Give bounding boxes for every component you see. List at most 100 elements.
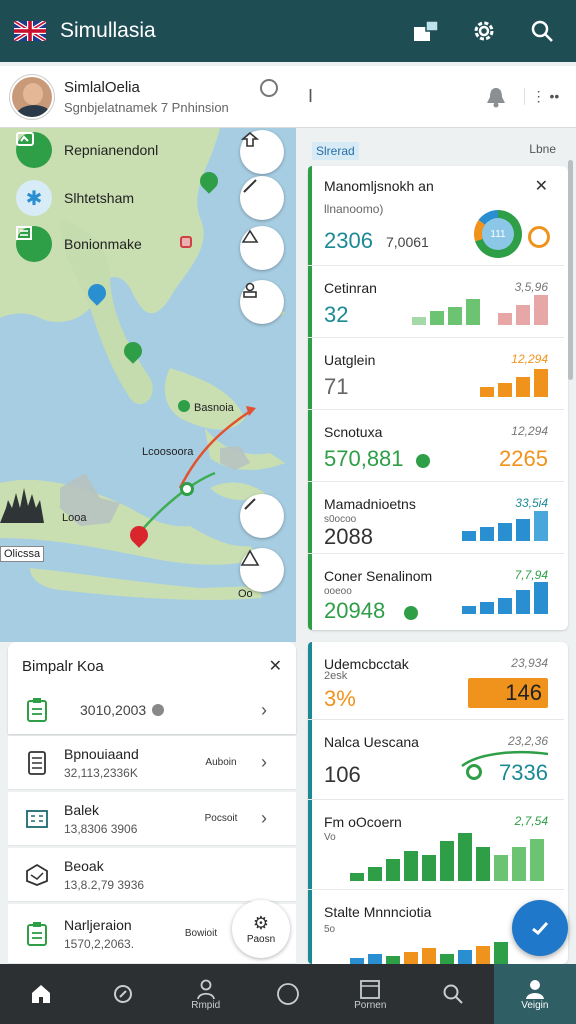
bar: [448, 307, 462, 325]
map-marker-red[interactable]: [180, 236, 192, 248]
scrollbar[interactable]: [568, 160, 573, 380]
bottom-nav: Rmpid Pornen Veigin: [0, 964, 576, 1024]
nav-search[interactable]: [411, 964, 493, 1024]
metric-row[interactable]: Scnotuxa 570,881 12,294 2265: [308, 410, 564, 482]
person-pin-icon: [243, 282, 257, 298]
search-icon[interactable]: [522, 11, 562, 51]
row-text: Narljeraion 1570,2,2063.: [64, 917, 176, 951]
bar: [458, 833, 472, 881]
legend-item-route[interactable]: Repnianendonl: [16, 132, 158, 168]
metric-side-value: 12,294: [511, 424, 548, 438]
nav-profile[interactable]: Veigin: [493, 964, 576, 1024]
clipboard-icon: [22, 695, 52, 725]
floating-action-button[interactable]: ⚙ Paosn: [232, 900, 290, 958]
profile-text: SimlalOelia Sgnbjelatnamek 7 Pnhinsion: [64, 79, 254, 115]
list-item[interactable]: Bpnouiaand 32,113,2336K Auboin ›: [8, 736, 296, 790]
bar: [516, 305, 530, 325]
metric-row[interactable]: Mamadnioetns s0ocoo 2088 33,5i4: [308, 482, 564, 554]
more-button[interactable]: ⋮ ••: [524, 88, 566, 105]
map-tool-button[interactable]: [240, 494, 284, 538]
measure-icon: [241, 229, 259, 243]
close-icon[interactable]: ✕: [535, 176, 548, 196]
map-label-city: Olicssa: [0, 546, 45, 562]
row-subtitle: 1570,2,2063.: [64, 936, 135, 951]
metric-value: 71: [324, 374, 349, 399]
nav-people[interactable]: Rmpid: [165, 964, 247, 1024]
chevron-right-icon[interactable]: ›: [252, 752, 276, 773]
status-ring-icon: [466, 764, 482, 780]
windows-icon[interactable]: [406, 11, 446, 51]
metric-row[interactable]: Fm oOcoern Vo 2,7,54: [308, 800, 564, 890]
bar: [404, 851, 418, 881]
list-item[interactable]: Balek 13,8306 3906 Pocsoit ›: [8, 792, 296, 846]
bell-icon[interactable]: [476, 77, 516, 117]
bar: [498, 598, 512, 614]
doc-icon: [22, 748, 52, 778]
metric-side-value: 23,2,36: [507, 734, 548, 748]
map-tool-button[interactable]: [240, 176, 284, 220]
metric-sub: Vo: [324, 832, 336, 843]
calendar-icon: [360, 979, 381, 999]
metric-value: 570,881: [324, 446, 404, 471]
first-item-value: 3010,2003: [80, 702, 147, 718]
list-item[interactable]: Beoak 13,8.2,79 3936: [8, 848, 296, 902]
map-view[interactable]: Repnianendonl ✱ Slhtetsham Bonionmake Ba…: [0, 128, 296, 642]
summary-metric[interactable]: Manomljsnokh an llnanoomo) 2306 7,0061 ✕…: [308, 166, 564, 266]
summary-sub: llnanoomo): [324, 202, 384, 216]
profile-subtitle: Sgnbjelatnamek 7 Pnhinsion: [64, 99, 229, 115]
metric-row[interactable]: Uatglein 71 12,294: [308, 338, 564, 410]
stats-card: Manomljsnokh an llnanoomo) 2306 7,0061 ✕…: [308, 166, 568, 630]
nav-label: Rmpid: [191, 999, 221, 1011]
bar: [530, 839, 544, 881]
info-icon[interactable]: [260, 78, 278, 97]
metric-value: 20948: [324, 598, 386, 623]
donut-chart: 111: [474, 210, 522, 258]
pen-icon: [243, 179, 257, 193]
legend-item-flights[interactable]: ✱ Slhtetsham: [16, 180, 134, 216]
bar: [480, 527, 494, 541]
legend-item-list[interactable]: Bonionmake: [16, 226, 142, 262]
nav-circle[interactable]: [247, 964, 329, 1024]
map-marker-green[interactable]: [180, 482, 194, 496]
nav-home[interactable]: [0, 964, 82, 1024]
profile-row[interactable]: SimlalOelia Sgnbjelatnamek 7 Pnhinsion I…: [0, 66, 576, 128]
status-ring-icon: [528, 226, 550, 248]
sheet-title: Bimpalr Koa: [22, 658, 104, 675]
metric-title: Fm oOcoern: [324, 814, 402, 830]
chevron-right-icon[interactable]: ›: [252, 700, 276, 721]
app-root: Simullasia SimlalOelia Sgnbjelatnamek 7 …: [0, 0, 576, 1024]
map-tool-button[interactable]: [240, 226, 284, 270]
metric-row[interactable]: Udemcbcctak 2esk 3% 23,934 146: [308, 642, 564, 720]
row-subtitle: 13,8306 3906: [64, 821, 138, 836]
bar: [412, 317, 426, 325]
nav-location[interactable]: [82, 964, 164, 1024]
map-tool-button[interactable]: [240, 130, 284, 174]
close-icon[interactable]: ✕: [269, 656, 282, 676]
confirm-fab[interactable]: [512, 900, 568, 956]
sheet-first-item[interactable]: 3010,2003 ›: [8, 686, 296, 734]
metric-row[interactable]: Nalca Uescana 106 23,2,36 7336: [308, 720, 564, 800]
metric-title: Scnotuxa: [324, 424, 383, 440]
map-tool-button[interactable]: [240, 548, 284, 592]
mini-bar-chart: [350, 942, 508, 964]
person-icon: [196, 979, 215, 999]
metric-row[interactable]: Cetinran 32 3,5,96: [308, 266, 564, 338]
metric-sub: ooeoo: [324, 586, 352, 597]
avatar[interactable]: [10, 74, 54, 119]
bar: [350, 873, 364, 881]
metric-side-value: 23,934: [511, 656, 548, 670]
metric-side-value: 7,7,94: [514, 568, 548, 582]
bar: [516, 519, 530, 541]
map-marker-green[interactable]: [178, 400, 190, 412]
bar: [368, 954, 382, 964]
metric-row[interactable]: Coner Senalinom ooeoo 20948 7,7,94: [308, 554, 564, 626]
settings-icon[interactable]: [464, 11, 504, 51]
nav-calendar[interactable]: Pornen: [329, 964, 411, 1024]
search-icon: [443, 984, 463, 1004]
info-dot-icon: [152, 704, 165, 716]
profile-name: SimlalOelia: [64, 78, 140, 96]
map-tool-button[interactable]: [240, 280, 284, 324]
filter-chip[interactable]: Slrerad: [312, 142, 359, 160]
chevron-right-icon[interactable]: ›: [252, 808, 276, 829]
route-icon: [16, 132, 52, 168]
